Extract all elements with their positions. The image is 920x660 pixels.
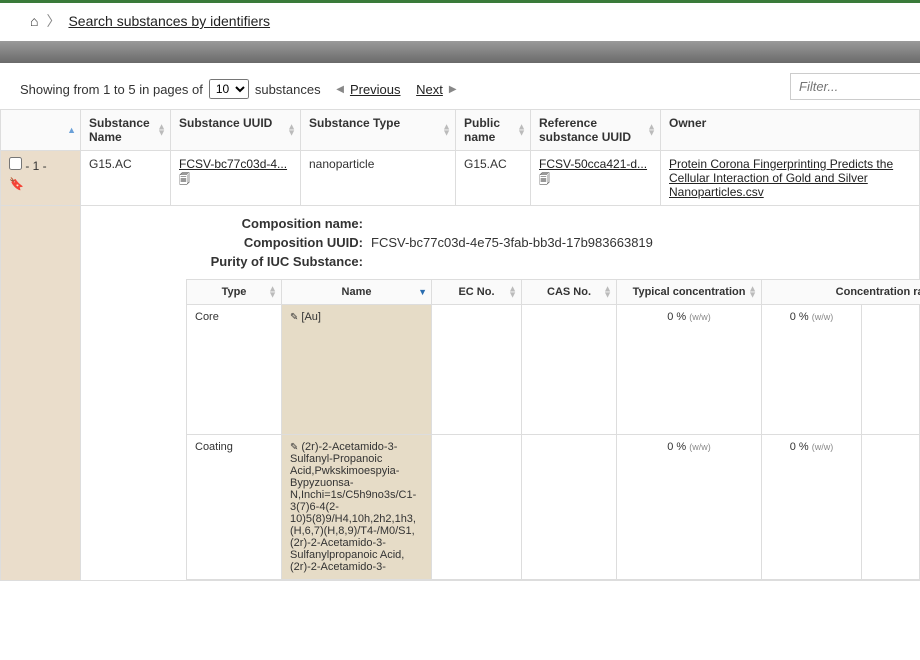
icol-name[interactable]: Name▼	[282, 280, 432, 305]
icol-type[interactable]: Type▲▼	[187, 280, 282, 305]
cell-substance-uuid-link[interactable]: FCSV-bc77c03d-4...	[179, 157, 287, 171]
cell-typical: 0 % (w/w)	[617, 305, 762, 435]
filter-input[interactable]	[790, 73, 920, 100]
substances-label: substances	[255, 82, 321, 97]
icol-ec[interactable]: EC No.▲▼	[432, 280, 522, 305]
cell-range-hi: 0 % (w/w)	[862, 305, 920, 435]
cell-range-lo: 0 % (w/w)	[762, 435, 862, 580]
cell-public-name: G15.AC	[456, 151, 531, 206]
cell-substance-name: G15.AC	[81, 151, 171, 206]
next-icon[interactable]: ▶	[449, 84, 457, 95]
col-substance-uuid[interactable]: Substance UUID▲▼	[171, 110, 301, 151]
col-substance-type[interactable]: Substance Type▲▼	[301, 110, 456, 151]
cell-type: Core	[187, 305, 282, 435]
purity-label: Purity of IUC Substance:	[81, 254, 371, 269]
cell-type: Coating	[187, 435, 282, 580]
pager-controls: Showing from 1 to 5 in pages of 10 subst…	[0, 79, 920, 109]
composition-table: Type▲▼ Name▼ EC No.▲▼ CAS No.▲▼ Typical …	[186, 279, 920, 580]
cell-range-lo: 0 % (w/w)	[762, 305, 862, 435]
substances-table: ▲ Substance Name▲▼ Substance UUID▲▼ Subs…	[0, 109, 920, 581]
copy-icon[interactable]: 🗐	[539, 174, 550, 186]
cell-cas	[522, 305, 617, 435]
copy-icon[interactable]: 🗐	[179, 174, 190, 186]
cell-name: ✎[Au]	[282, 305, 432, 435]
breadcrumb: ⌂ 〉 Search substances by identifiers	[0, 3, 920, 41]
cell-owner-link[interactable]: Protein Corona Fingerprinting Predicts t…	[669, 157, 893, 199]
row-checkbox[interactable]	[9, 157, 22, 170]
cell-ec	[432, 305, 522, 435]
toolbar-gradient	[0, 41, 920, 63]
prev-icon[interactable]: ◀	[336, 84, 344, 95]
next-link[interactable]: Next	[416, 82, 443, 97]
pencil-icon[interactable]: ✎	[290, 312, 298, 323]
table-row: - 1 - 🔖 G15.AC FCSV-bc77c03d-4... 🗐 nano…	[1, 151, 920, 206]
cell-substance-type: nanoparticle	[301, 151, 456, 206]
composition-row: Core✎[Au]0 % (w/w)0 % (w/w)0 % (w/w)	[187, 305, 920, 435]
cell-ec	[432, 435, 522, 580]
cell-cas	[522, 435, 617, 580]
icol-ranges[interactable]: Concentration ranges▲▼	[762, 280, 920, 305]
comp-uuid-value: FCSV-bc77c03d-4e75-3fab-bb3d-17b98366381…	[371, 235, 653, 250]
col-ref-uuid[interactable]: Reference substance UUID▲▼	[531, 110, 661, 151]
cell-ref-uuid-link[interactable]: FCSV-50cca421-d...	[539, 157, 647, 171]
pencil-icon[interactable]: ✎	[290, 442, 298, 453]
composition-row: Coating✎(2r)-2-Acetamido-3-Sulfanyl-Prop…	[187, 435, 920, 580]
tag-icon[interactable]: 🔖	[9, 177, 24, 191]
col-public-name[interactable]: Public name▲▼	[456, 110, 531, 151]
table-row-detail: Composition name: Composition UUID:FCSV-…	[1, 206, 920, 581]
comp-name-label: Composition name:	[81, 216, 371, 231]
col-owner[interactable]: Owner	[661, 110, 920, 151]
cell-typical: 0 % (w/w)	[617, 435, 762, 580]
page-size-select[interactable]: 10	[209, 79, 249, 99]
breadcrumb-link[interactable]: Search substances by identifiers	[68, 13, 270, 29]
showing-label: Showing from 1 to 5 in pages of	[20, 82, 203, 97]
cell-range-hi: 0 % (w/w)	[862, 435, 920, 580]
col-substance-name[interactable]: Substance Name▲▼	[81, 110, 171, 151]
icol-cas[interactable]: CAS No.▲▼	[522, 280, 617, 305]
home-icon[interactable]: ⌂	[30, 13, 38, 29]
prev-link[interactable]: Previous	[350, 82, 401, 97]
comp-uuid-label: Composition UUID:	[81, 235, 371, 250]
cell-name: ✎(2r)-2-Acetamido-3-Sulfanyl-Propanoic A…	[282, 435, 432, 580]
row-index: - 1 -	[25, 159, 46, 173]
chevron-right-icon: 〉	[46, 11, 60, 31]
icol-typical[interactable]: Typical concentration▲▼	[617, 280, 762, 305]
col-checkbox[interactable]: ▲	[1, 110, 81, 151]
